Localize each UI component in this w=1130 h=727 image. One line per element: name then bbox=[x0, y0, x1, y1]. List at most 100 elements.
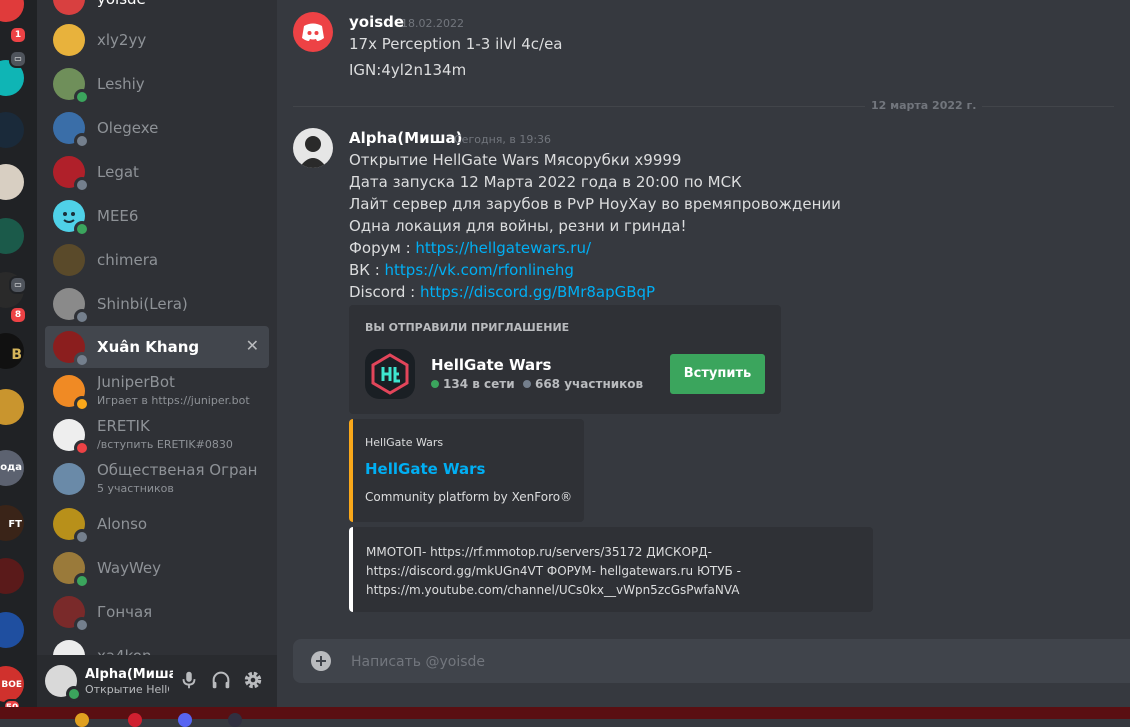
monitor-icon: ▭ bbox=[9, 276, 27, 294]
join-button[interactable]: Вступить bbox=[670, 354, 765, 394]
dm-item-chimera[interactable]: chimera bbox=[45, 239, 269, 281]
taskbar-app-icon[interactable] bbox=[178, 713, 192, 727]
dm-item-mee6[interactable]: MEE6 bbox=[45, 195, 269, 237]
message-text: Discord : https://discord.gg/BMr8apGBqP bbox=[349, 283, 655, 301]
guild-icon bbox=[365, 349, 415, 399]
guild-name[interactable]: HellGate Wars bbox=[431, 356, 551, 374]
avatar[interactable] bbox=[293, 12, 333, 52]
dm-member-count: 5 участников bbox=[97, 482, 174, 495]
avatar[interactable] bbox=[293, 128, 333, 168]
date-divider-label: 12 марта 2022 г. bbox=[865, 99, 983, 112]
current-username[interactable]: Alpha(Миша) bbox=[85, 667, 173, 682]
discord-invite-link[interactable]: https://discord.gg/BMr8apGBqP bbox=[420, 283, 655, 301]
custom-status: Открытие HellGate Wars bbox=[85, 683, 169, 696]
dm-item-leshiy[interactable]: Leshiy bbox=[45, 63, 269, 105]
message-timestamp: Сегодня, в 19:36 bbox=[454, 133, 552, 146]
add-attachment-icon[interactable] bbox=[311, 651, 331, 671]
discord-logo-icon bbox=[302, 23, 324, 41]
member-count: 668 участников bbox=[534, 377, 644, 391]
invite-header: ВЫ ОТПРАВИЛИ ПРИГЛАШЕНИЕ bbox=[365, 321, 570, 334]
dm-name: Legat bbox=[97, 163, 139, 181]
chat-area: yoisde 18.02.2022 17x Perception 1-3 ilv… bbox=[277, 0, 1130, 707]
dm-item-juniperbot[interactable]: JuniperBot Играет в https://juniper.bot bbox=[45, 370, 269, 412]
server-icon[interactable] bbox=[0, 218, 24, 254]
dm-name: Гончая bbox=[97, 603, 153, 621]
dm-item-shinbi[interactable]: Shinbi(Lera) bbox=[45, 283, 269, 325]
message-author[interactable]: Alpha(Миша) bbox=[349, 129, 463, 147]
dm-name: xly2yy bbox=[97, 31, 147, 49]
members-dot-icon bbox=[522, 380, 531, 388]
dm-activity: /вступить ERETIK#0830 bbox=[97, 438, 233, 451]
status-online-indicator bbox=[74, 221, 90, 237]
server-icon[interactable] bbox=[0, 558, 24, 594]
embed-title-link[interactable]: HellGate Wars bbox=[365, 460, 485, 478]
taskbar-app-icon[interactable] bbox=[228, 713, 242, 727]
online-count: 134 в сети bbox=[443, 377, 515, 391]
dm-item-olegexe[interactable]: Olegexe bbox=[45, 107, 269, 149]
dm-item[interactable]: yoisde bbox=[45, 0, 269, 20]
dm-name: Общественая Огран... bbox=[97, 461, 257, 479]
avatar bbox=[53, 0, 85, 15]
message-input[interactable] bbox=[349, 650, 1053, 674]
dm-activity: Играет в https://juniper.bot bbox=[97, 394, 250, 407]
date-divider bbox=[293, 106, 1114, 107]
message-text: Форум : https://hellgatewars.ru/ bbox=[349, 239, 591, 257]
server-unread-badge: 8 bbox=[9, 306, 27, 324]
message-text: Дата запуска 12 Марта 2022 года в 20:00 … bbox=[349, 173, 742, 191]
vk-link[interactable]: https://vk.com/rfonlinehg bbox=[385, 261, 574, 279]
online-dot-icon bbox=[431, 380, 439, 388]
status-offline-indicator bbox=[74, 133, 90, 149]
avatar bbox=[53, 640, 85, 655]
message-text: Открытие HellGate Wars Мясорубки x9999 bbox=[349, 151, 682, 169]
taskbar-app-icon[interactable] bbox=[128, 713, 142, 727]
message-composer bbox=[293, 639, 1130, 683]
dm-name: MEE6 bbox=[97, 207, 139, 225]
dm-item-legat[interactable]: Legat bbox=[45, 151, 269, 193]
dm-item-eretik[interactable]: ERETIK /вступить ERETIK#0830 bbox=[45, 414, 269, 456]
status-dnd-indicator bbox=[74, 440, 90, 456]
status-online-indicator bbox=[66, 686, 82, 702]
headphones-icon[interactable] bbox=[210, 669, 232, 691]
status-online-indicator bbox=[74, 89, 90, 105]
dm-name: chimera bbox=[97, 251, 159, 269]
server-icon[interactable] bbox=[0, 164, 24, 200]
dm-name: Xuân Khang bbox=[97, 338, 200, 356]
monitor-icon: ▭ bbox=[9, 50, 27, 68]
taskbar-app-icon[interactable] bbox=[75, 713, 89, 727]
close-dm-icon[interactable]: ✕ bbox=[246, 336, 259, 355]
dm-name: ERETIK bbox=[97, 417, 150, 435]
dm-name: Leshiy bbox=[97, 75, 145, 93]
server-icon[interactable] bbox=[0, 112, 24, 148]
dm-item-xuan-khang[interactable]: Xuân Khang ✕ bbox=[45, 326, 269, 368]
dm-name: yoisde bbox=[97, 0, 146, 8]
dm-item-gonchaya[interactable]: Гончая bbox=[45, 591, 269, 633]
user-avatar-image bbox=[299, 136, 327, 168]
user-panel: Alpha(Миша) Открытие HellGate Wars bbox=[37, 655, 277, 707]
dm-name: JuniperBot bbox=[97, 373, 175, 391]
server-label: ВОЕ bbox=[1, 680, 22, 690]
server-icon[interactable] bbox=[0, 612, 24, 648]
server-icon[interactable] bbox=[0, 0, 24, 22]
dm-item-waywey[interactable]: WayWey bbox=[45, 547, 269, 589]
dm-item-xly2yy[interactable]: xly2yy bbox=[45, 19, 269, 61]
status-offline-indicator bbox=[74, 177, 90, 193]
forum-link[interactable]: https://hellgatewars.ru/ bbox=[415, 239, 591, 257]
dm-item-group[interactable]: Общественая Огран... 5 участников bbox=[45, 458, 269, 500]
status-online-indicator bbox=[74, 573, 90, 589]
server-icon[interactable] bbox=[0, 389, 24, 425]
text-embed: ММОТОП- https://rf.mmotop.ru/servers/351… bbox=[349, 527, 873, 612]
message-author[interactable]: yoisde bbox=[349, 13, 404, 31]
message-text: ВК : https://vk.com/rfonlinehg bbox=[349, 261, 574, 279]
embed-description: ММОТОП- https://rf.mmotop.ru/servers/351… bbox=[366, 545, 741, 597]
message-text: 17x Perception 1-3 ilvl 4c/ea bbox=[349, 35, 563, 53]
dm-item-alonso[interactable]: Alonso bbox=[45, 503, 269, 545]
server-label: B bbox=[11, 347, 22, 363]
gear-icon[interactable] bbox=[242, 669, 264, 691]
status-idle-indicator bbox=[74, 396, 90, 412]
discord-label: Discord : bbox=[349, 283, 420, 301]
microphone-icon[interactable] bbox=[178, 669, 200, 691]
status-offline-indicator bbox=[74, 352, 90, 368]
dm-item-xa4kon[interactable]: xa4kon bbox=[45, 635, 269, 655]
server-label: ода bbox=[0, 462, 22, 473]
invite-card: ВЫ ОТПРАВИЛИ ПРИГЛАШЕНИЕ HellGate Wars 1… bbox=[349, 305, 781, 414]
